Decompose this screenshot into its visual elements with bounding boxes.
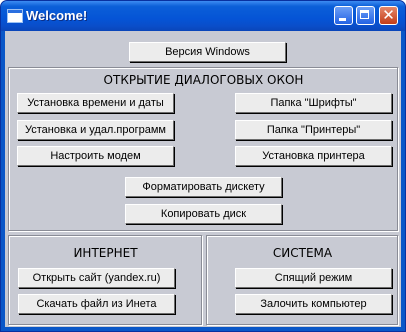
minimize-button[interactable]: [334, 6, 353, 25]
open-site-button[interactable]: Открыть сайт (yandex.ru): [18, 268, 175, 288]
format-floppy-button[interactable]: Форматировать дискету: [125, 177, 282, 197]
app-window-icon: [7, 9, 23, 23]
download-file-button[interactable]: Скачать файл из Инета: [18, 294, 175, 314]
internet-group-label: ИНТЕРНЕТ: [73, 246, 138, 260]
client-area: Версия Windows ОТКРЫТИЕ ДИАЛОГОВЫХ ОКОН …: [5, 31, 401, 327]
dialogs-group-label: ОТКРЫТИЕ ДИАЛОГОВЫХ ОКОН: [103, 73, 304, 87]
sleep-mode-button[interactable]: Спящий режим: [235, 268, 392, 288]
printer-setup-button[interactable]: Установка принтера: [235, 146, 392, 166]
configure-modem-button[interactable]: Настроить модем: [17, 146, 174, 166]
system-group-label: СИСТЕМА: [272, 246, 333, 260]
printers-folder-button[interactable]: Папка "Принтеры": [235, 120, 392, 140]
maximize-button[interactable]: [356, 6, 375, 25]
window-title: Welcome!: [26, 8, 88, 23]
copy-disk-button[interactable]: Копировать диск: [125, 204, 282, 224]
windows-version-button[interactable]: Версия Windows: [129, 42, 286, 62]
lock-computer-button[interactable]: Залочить компьютер: [235, 294, 392, 314]
close-icon: ✕: [382, 6, 395, 24]
fonts-folder-button[interactable]: Папка "Шрифты": [235, 93, 392, 113]
add-remove-programs-button[interactable]: Установка и удал.программ: [17, 120, 174, 140]
title-bar[interactable]: Welcome! ✕: [1, 1, 405, 31]
close-button[interactable]: ✕: [379, 6, 398, 25]
datetime-button[interactable]: Установка времени и даты: [17, 93, 174, 113]
maximize-icon: [360, 10, 369, 19]
minimize-icon: [339, 18, 346, 21]
main-window: Welcome! ✕ Версия Windows ОТКРЫТИЕ ДИАЛО…: [0, 0, 406, 332]
